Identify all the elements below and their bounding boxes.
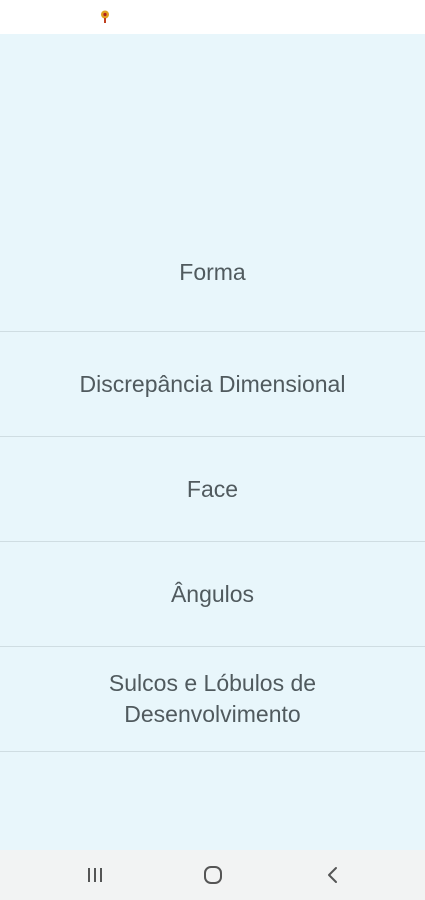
menu-item-label: Sulcos e Lóbulos de Desenvolvimento [108,670,317,727]
menu-item-forma[interactable]: Forma [0,34,425,332]
home-button[interactable] [173,850,253,900]
menu-item-discrepancia-dimensional[interactable]: Discrepância Dimensional [0,332,425,437]
menu-list: Forma Discrepância Dimensional Face Ângu… [0,34,425,850]
navigation-bar [0,850,425,900]
menu-item-label: Face [186,475,239,502]
menu-item-label: Discrepância Dimensional [79,370,346,397]
home-icon [204,866,222,884]
menu-item-label: Forma [179,259,246,285]
menu-item-label: Ângulos [170,580,255,607]
back-button[interactable] [293,850,373,900]
menu-item-angulos[interactable]: Ângulos [0,542,425,647]
menu-item-sulcos-lobulos[interactable]: Sulcos e Lóbulos de Desenvolvimento [0,647,425,752]
recent-apps-icon [88,868,102,882]
status-bar [0,0,425,34]
location-pin-icon [101,10,109,23]
recent-apps-button[interactable] [55,850,135,900]
menu-item-face[interactable]: Face [0,437,425,542]
back-icon [328,867,337,883]
